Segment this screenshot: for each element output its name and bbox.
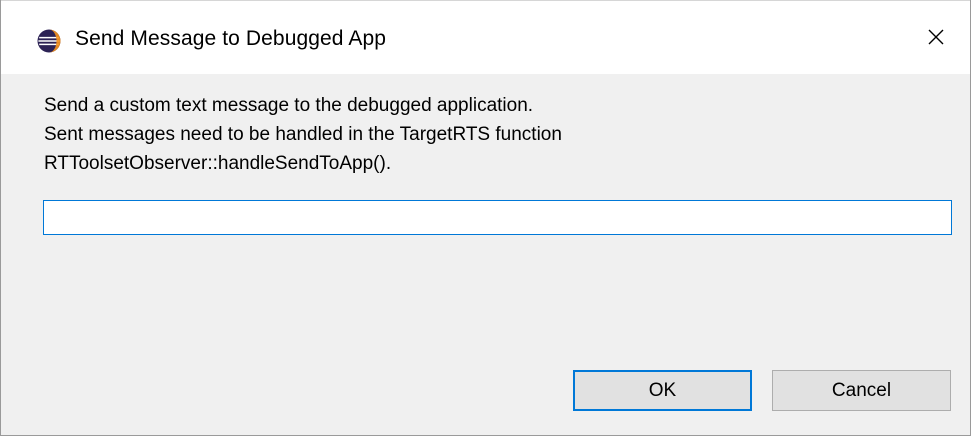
description-line-1: Send a custom text message to the debugg… bbox=[44, 95, 534, 116]
close-icon bbox=[928, 29, 944, 45]
description-line-3: RTToolsetObserver::handleSendToApp(). bbox=[44, 153, 392, 174]
dialog-window: Send Message to Debugged App Send a cust… bbox=[0, 0, 971, 436]
close-button[interactable] bbox=[906, 15, 970, 61]
message-input[interactable] bbox=[43, 200, 952, 235]
description-line-2: Sent messages need to be handled in the … bbox=[44, 124, 562, 145]
ok-button[interactable]: OK bbox=[573, 370, 752, 411]
cancel-button[interactable]: Cancel bbox=[772, 370, 951, 411]
dialog-content: Send a custom text message to the debugg… bbox=[1, 74, 970, 436]
dialog-title: Send Message to Debugged App bbox=[75, 27, 387, 50]
eclipse-icon bbox=[37, 29, 61, 53]
title-bar[interactable]: Send Message to Debugged App bbox=[1, 0, 970, 74]
